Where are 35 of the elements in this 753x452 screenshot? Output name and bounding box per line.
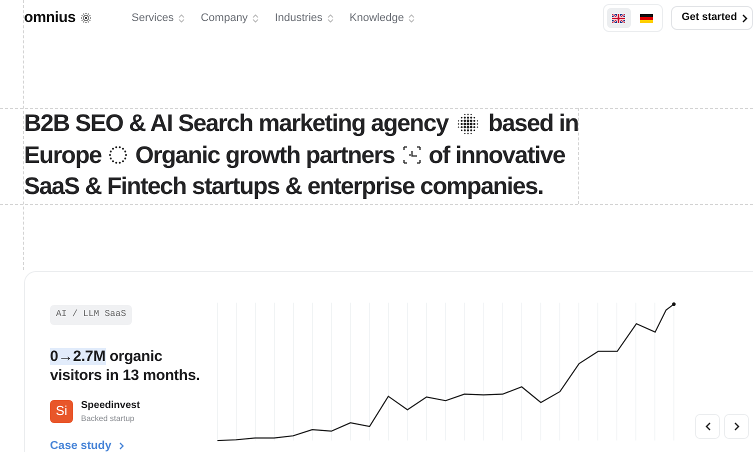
case-statement: 0→2.7M organic visitors in 13 months.: [50, 346, 200, 384]
headline-text: based in: [488, 109, 578, 139]
next-button[interactable]: [724, 414, 749, 439]
uk-flag-icon: [612, 14, 626, 22]
dashed-corners-icon: [402, 145, 422, 166]
up-down-chevron-icon: [252, 14, 259, 22]
category-tag: AI / LLM SaaS: [50, 305, 132, 324]
chevron-left-icon: [704, 422, 710, 431]
headline-text: B2B SEO & AI Search marketing agency: [24, 109, 448, 139]
case-study-link[interactable]: Case study: [50, 438, 124, 452]
up-down-chevron-icon: [408, 14, 415, 22]
dotted-ring-icon: [108, 145, 128, 166]
up-down-chevron-icon: [326, 14, 334, 22]
logo-text: omnius: [24, 8, 76, 28]
language-button[interactable]: [606, 8, 631, 28]
german-flag-icon: [640, 14, 654, 22]
headline-text: Organic growth partners: [135, 140, 395, 170]
up-down-chevron-icon: [178, 14, 185, 22]
chevron-right-icon: [742, 14, 748, 22]
headline-text: Europe: [24, 140, 102, 170]
nav-link[interactable]: Company: [200, 10, 259, 26]
end-point: [672, 302, 676, 306]
company-subtitle: Backed startup: [81, 412, 136, 424]
headline-text: of innovative: [428, 140, 565, 170]
previous-button[interactable]: [695, 414, 720, 439]
company-name: Speedinvest: [81, 398, 140, 412]
nav-link[interactable]: Industries: [274, 10, 334, 26]
nav-link[interactable]: Knowledge: [350, 10, 415, 26]
logo-mark-icon: [80, 12, 92, 24]
chevron-right-icon: [119, 442, 124, 450]
company-logo: Si: [50, 400, 73, 422]
chevron-right-icon: [734, 422, 740, 431]
get-started-button[interactable]: Get started: [670, 6, 753, 30]
headline-text: SaaS & Fintech startups & enterprise companies.: [24, 172, 544, 202]
nav-link[interactable]: Services: [132, 10, 185, 26]
